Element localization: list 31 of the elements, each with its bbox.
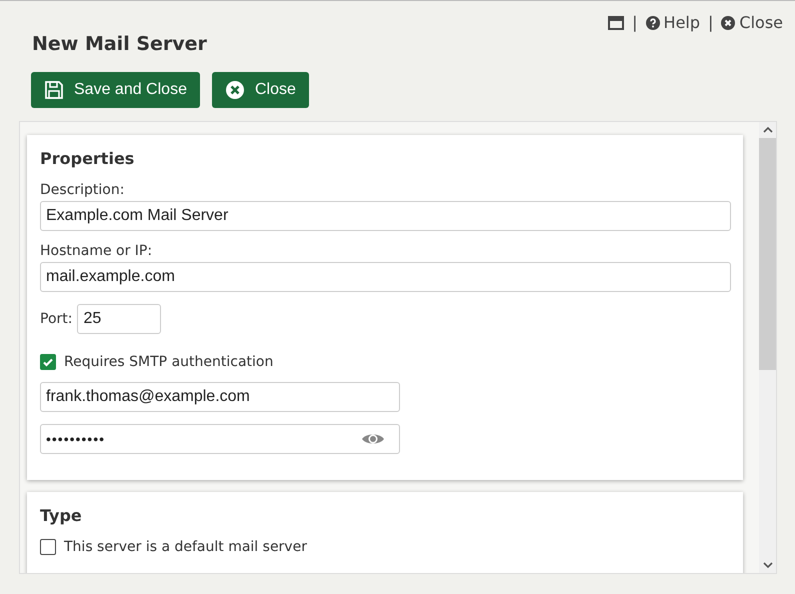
- section-heading: Properties: [40, 149, 136, 168]
- help-link[interactable]: Help: [646, 13, 700, 32]
- help-icon: [646, 16, 660, 30]
- scroll-down-icon[interactable]: [762, 561, 772, 569]
- checkbox[interactable]: [40, 539, 56, 555]
- scrollbar[interactable]: [759, 122, 776, 573]
- checkbox-label: Requires SMTP authentication: [64, 354, 274, 370]
- hostname-field[interactable]: mail.example.com: [40, 262, 731, 292]
- field-label: Hostname or IP:: [40, 243, 154, 259]
- save-icon: [44, 80, 64, 100]
- close-button[interactable]: Close: [212, 72, 309, 108]
- window-icon[interactable]: [608, 16, 624, 30]
- separator: |: [708, 13, 714, 32]
- close-icon: [224, 80, 245, 100]
- description-field[interactable]: Example.com Mail Server: [40, 201, 731, 231]
- checkbox-label: This server is a default mail server: [64, 539, 307, 555]
- save-and-close-button[interactable]: Save and Close: [31, 72, 200, 108]
- separator: |: [632, 13, 638, 32]
- field-label: Description:: [40, 182, 126, 198]
- section-heading: Type: [40, 506, 83, 525]
- field-label: Port:: [40, 311, 72, 327]
- close-link[interactable]: Close: [721, 13, 783, 32]
- scroll-up-icon[interactable]: [762, 126, 772, 134]
- port-field[interactable]: 25: [77, 304, 162, 334]
- username-field[interactable]: frank.thomas@example.com: [40, 382, 400, 412]
- close-icon: [721, 16, 736, 30]
- dialog-title: New Mail Server: [32, 33, 207, 57]
- checkbox[interactable]: [40, 354, 56, 370]
- password-field[interactable]: ••••••••••: [40, 424, 400, 454]
- check-icon: [42, 356, 54, 368]
- eye-icon[interactable]: [361, 432, 385, 446]
